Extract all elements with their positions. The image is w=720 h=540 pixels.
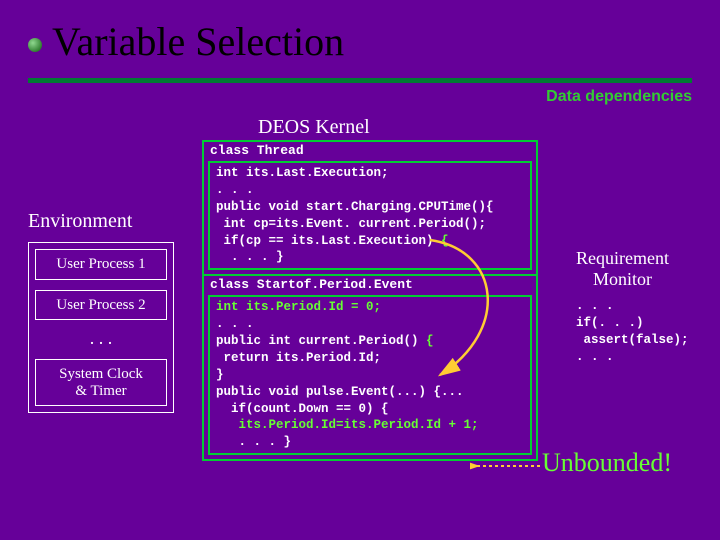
spe-class-section: class Startof.Period.Event int its.Perio…	[204, 274, 536, 455]
environment-group: User Process 1 User Process 2 . . . Syst…	[28, 242, 174, 413]
page-title: Variable Selection	[0, 0, 720, 73]
subtitle: Data dependencies	[546, 88, 692, 106]
user-process-box: User Process 1	[35, 249, 167, 280]
kernel-label: DEOS Kernel	[258, 116, 370, 139]
system-clock-box: System Clock & Timer	[35, 359, 167, 406]
requirement-monitor-label: Requirement Monitor	[576, 248, 669, 289]
user-process-box: User Process 2	[35, 290, 167, 321]
code-panel: class Thread int its.Last.Execution; . .…	[202, 140, 538, 461]
thread-class-body: int its.Last.Execution; . . . public voi…	[208, 161, 532, 270]
spe-class-body: int its.Period.Id = 0; . . . public int …	[208, 295, 532, 455]
ellipsis: . . .	[35, 328, 167, 349]
bullet-icon	[28, 38, 42, 52]
spe-class-header: class Startof.Period.Event	[204, 276, 536, 293]
unbounded-label: Unbounded!	[542, 448, 672, 478]
highlight-line: its.Period.Id=its.Period.Id + 1;	[239, 418, 479, 432]
thread-class-section: class Thread int its.Last.Execution; . .…	[204, 142, 536, 270]
highlight-brace: {	[426, 334, 434, 348]
highlight-line: int its.Period.Id = 0;	[216, 300, 381, 314]
title-underline	[28, 78, 692, 83]
environment-label: Environment	[28, 210, 132, 233]
highlight-brace: {	[441, 234, 449, 248]
thread-class-header: class Thread	[204, 142, 536, 159]
requirement-monitor-code: . . . if(. . .) assert(false); . . .	[576, 298, 689, 366]
